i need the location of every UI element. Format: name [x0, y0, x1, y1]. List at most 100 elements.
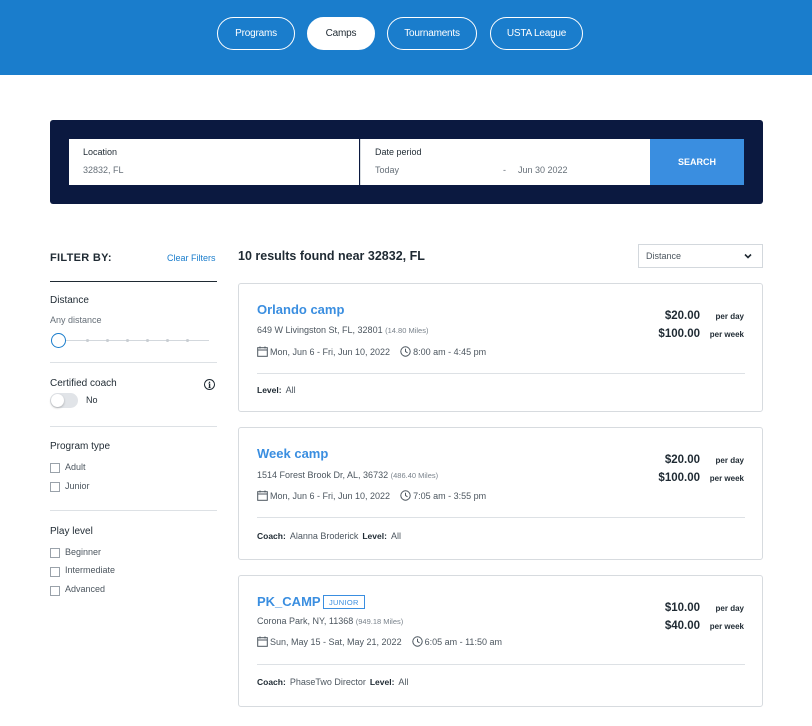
price-per-week-unit: per week: [709, 330, 744, 339]
slider-step: [126, 339, 129, 342]
checkbox-intermediate-label: Intermediate: [65, 565, 116, 575]
camp-address: 1514 Forest Brook Dr, AL, 36732 (486.40 …: [257, 470, 438, 480]
section-divider: [50, 426, 217, 427]
level-label: Level:: [362, 531, 387, 541]
coach-label: Coach:: [257, 531, 286, 541]
filter-divider: [50, 281, 217, 282]
checkbox-junior-label: Junior: [65, 481, 90, 491]
clock-icon: [400, 346, 411, 357]
level-value: All: [285, 385, 296, 395]
price-per-week: $40.00: [664, 620, 700, 632]
coach-name: Alanna Broderick: [289, 531, 359, 541]
slider-step: [106, 339, 109, 342]
checkbox-adult-label: Adult: [65, 462, 86, 472]
price-per-day: $10.00: [664, 602, 700, 614]
camp-dates: Mon, Jun 6 - Fri, Jun 10, 2022: [270, 346, 391, 357]
section-divider: [50, 510, 217, 511]
distance-heading: Distance: [50, 295, 89, 306]
coach-label: Coach:: [257, 677, 286, 687]
level-value: All: [390, 531, 401, 541]
top-nav-bar: Programs Camps Tournaments USTA League: [0, 0, 812, 75]
certified-coach-heading: Certified coach: [50, 378, 117, 389]
camp-price: $20.00 per day $100.00 per week: [658, 306, 744, 342]
calendar-icon: [257, 346, 268, 357]
camp-title[interactable]: Week camp: [257, 446, 328, 461]
camp-meta: Coach: Alanna Broderick Level: All: [257, 531, 401, 541]
price-per-day: $20.00: [664, 310, 700, 322]
clock-icon: [411, 636, 423, 647]
slider-step: [186, 339, 189, 342]
location-input[interactable]: 32832, FL: [83, 165, 124, 175]
camp-title[interactable]: Orlando camp: [257, 302, 344, 317]
level-label: Level:: [257, 385, 282, 395]
search-button[interactable]: SEARCH: [650, 139, 744, 185]
camp-times: 7:05 am - 3:55 pm: [413, 490, 487, 501]
camp-schedule: Sun, May 15 - Sat, May 21, 2022 6:05 am …: [257, 636, 502, 647]
date-end-input[interactable]: Jun 30 2022: [518, 165, 568, 175]
toggle-knob: [51, 394, 64, 407]
camp-title[interactable]: PK_CAMP: [257, 594, 321, 609]
slider-step: [86, 339, 89, 342]
camp-card[interactable]: Week camp 1514 Forest Brook Dr, AL, 3673…: [238, 427, 763, 560]
date-period-label: Date period: [375, 147, 422, 157]
date-start-input[interactable]: Today: [375, 165, 399, 175]
checkbox-adult[interactable]: [50, 463, 60, 473]
price-per-week-unit: per week: [709, 474, 744, 483]
tab-tournaments[interactable]: Tournaments: [387, 17, 477, 50]
distance-miles: (486.40 Miles): [390, 471, 439, 480]
clear-filters-link[interactable]: Clear Filters: [167, 253, 216, 263]
calendar-icon: [257, 636, 268, 647]
camp-times: 8:00 am - 4:45 pm: [413, 346, 487, 357]
price-per-week: $100.00: [658, 472, 700, 484]
price-per-day: $20.00: [664, 454, 700, 466]
camp-price: $10.00 per day $40.00 per week: [665, 598, 744, 634]
filter-title: FILTER BY:: [50, 252, 112, 264]
clock-icon: [400, 490, 411, 501]
distance-miles: (949.18 Miles): [355, 617, 404, 626]
play-level-heading: Play level: [50, 526, 93, 537]
checkbox-advanced[interactable]: [50, 586, 60, 596]
camp-address: 649 W Livingston St, FL, 32801 (14.80 Mi…: [257, 325, 428, 335]
search-panel: Location 32832, FL Date period Today - J…: [50, 120, 763, 204]
price-per-week: $100.00: [658, 328, 700, 340]
price-per-day-unit: per day: [715, 456, 744, 465]
sort-select[interactable]: Distance: [638, 244, 763, 268]
checkbox-intermediate[interactable]: [50, 567, 60, 577]
camp-schedule: Mon, Jun 6 - Fri, Jun 10, 2022 7:05 am -…: [257, 490, 486, 501]
price-per-day-unit: per day: [715, 312, 744, 321]
card-divider: [257, 373, 745, 374]
checkbox-junior[interactable]: [50, 482, 60, 492]
tab-usta-league[interactable]: USTA League: [490, 17, 583, 50]
card-divider: [257, 664, 745, 665]
tab-camps[interactable]: Camps: [307, 17, 375, 50]
slider-step: [166, 339, 169, 342]
distance-miles: (14.80 Miles): [385, 326, 429, 335]
location-field[interactable]: Location 32832, FL: [69, 139, 359, 185]
price-per-week-unit: per week: [709, 622, 744, 631]
card-divider: [257, 517, 745, 518]
camp-card[interactable]: PK_CAMP JUNIOR Corona Park, NY, 11368 (9…: [238, 575, 763, 707]
calendar-icon: [257, 490, 268, 501]
results-count: 10 results found near 32832, FL: [238, 249, 425, 263]
camp-times: 6:05 am - 11:50 am: [424, 636, 502, 647]
distance-slider-handle[interactable]: [51, 333, 66, 348]
checkbox-beginner[interactable]: [50, 548, 60, 558]
sort-select-value: Distance: [646, 251, 682, 261]
address-text: 649 W Livingston St, FL, 32801: [257, 325, 383, 335]
certified-coach-toggle-label: No: [86, 395, 98, 405]
camp-card[interactable]: Orlando camp 649 W Livingston St, FL, 32…: [238, 283, 763, 412]
location-label: Location: [83, 147, 118, 157]
date-period-field[interactable]: Date period Today - Jun 30 2022: [360, 139, 650, 185]
price-per-day-unit: per day: [715, 604, 744, 613]
level-label: Level:: [369, 677, 395, 687]
slider-step: [146, 339, 149, 342]
junior-badge: JUNIOR: [323, 595, 365, 609]
camp-address: Corona Park, NY, 11368 (949.18 Miles): [257, 616, 403, 626]
coach-name: PhaseTwo Director: [289, 677, 366, 687]
address-text: 1514 Forest Brook Dr, AL, 36732: [257, 470, 389, 480]
checkbox-advanced-label: Advanced: [65, 584, 106, 594]
info-icon[interactable]: i: [204, 379, 215, 390]
camp-meta: Coach: PhaseTwo Director Level: All: [257, 677, 408, 687]
camp-meta: Level: All: [257, 385, 296, 395]
tab-programs[interactable]: Programs: [217, 17, 295, 50]
